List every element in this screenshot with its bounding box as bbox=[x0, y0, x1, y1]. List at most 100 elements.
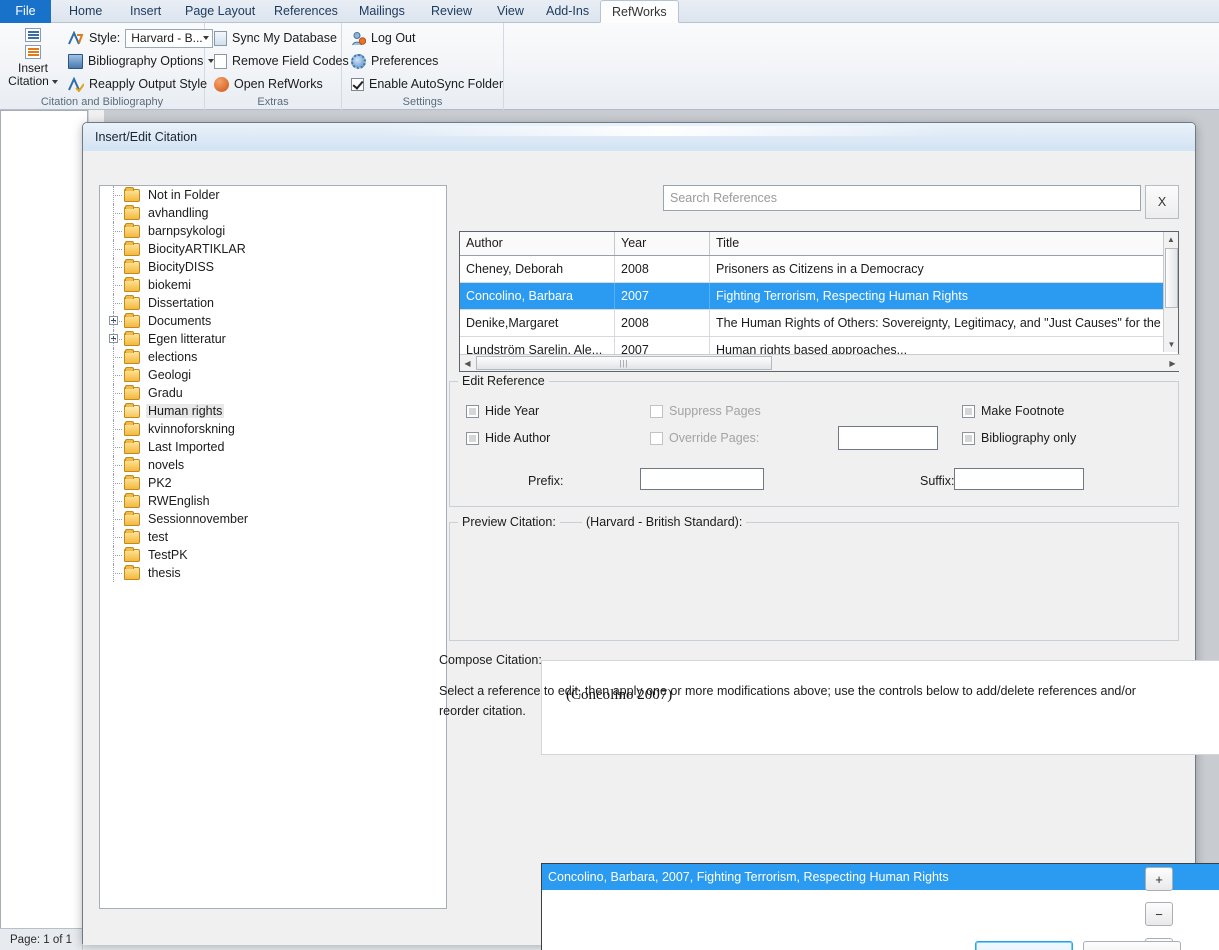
tree-item-human-rights[interactable]: Human rights bbox=[100, 402, 446, 420]
make-footnote-checkbox[interactable]: Make Footnote bbox=[962, 404, 1064, 418]
open-refworks-button[interactable]: Open RefWorks bbox=[210, 73, 327, 95]
style-value: Harvard - B... bbox=[131, 31, 203, 45]
folder-icon bbox=[124, 366, 140, 382]
tree-item-kvinnoforskning[interactable]: kvinnoforskning bbox=[100, 420, 446, 438]
tree-guide bbox=[108, 348, 124, 366]
table-row[interactable]: Denike,Margaret 2008 The Human Rights of O… bbox=[460, 310, 1164, 337]
tree-item-not-in-folder[interactable]: Not in Folder bbox=[100, 186, 446, 204]
insert-citation-label-line2: Citation bbox=[8, 74, 49, 88]
tab-view[interactable]: View bbox=[486, 0, 535, 23]
enable-autosync-folder-checkbox[interactable]: Enable AutoSync Folder bbox=[347, 73, 507, 95]
expand-toggle[interactable] bbox=[108, 330, 124, 348]
tree-item-label: PK2 bbox=[148, 476, 172, 490]
expand-toggle[interactable] bbox=[108, 312, 124, 330]
hide-author-checkbox[interactable]: Hide Author bbox=[466, 431, 550, 445]
hide-year-checkbox[interactable]: Hide Year bbox=[466, 404, 539, 418]
tab-review[interactable]: Review bbox=[420, 0, 483, 23]
tree-item-dissertation[interactable]: Dissertation bbox=[100, 294, 446, 312]
tree-item-test[interactable]: test bbox=[100, 528, 446, 546]
scroll-left-arrow-icon[interactable]: ◀ bbox=[460, 355, 475, 371]
override-pages-input[interactable] bbox=[838, 426, 938, 450]
tree-item-thesis[interactable]: thesis bbox=[100, 564, 446, 582]
table-body: Cheney, Deborah 2008 Prisoners as Citizens… bbox=[460, 256, 1164, 364]
tree-item-elections[interactable]: elections bbox=[100, 348, 446, 366]
tree-guide bbox=[108, 258, 124, 276]
ribbon-group-settings: Log Out Preferences Enable AutoSync Fold… bbox=[342, 23, 504, 110]
tab-add-ins[interactable]: Add-Ins bbox=[535, 0, 600, 23]
search-input[interactable]: Search References bbox=[663, 185, 1141, 211]
table-row[interactable]: Concolino, Barbara 2007 Fighting Terrorism… bbox=[460, 283, 1164, 310]
tab-refworks[interactable]: RefWorks bbox=[600, 0, 679, 23]
add-reference-button[interactable]: + bbox=[1145, 867, 1173, 891]
preferences-button[interactable]: Preferences bbox=[347, 50, 442, 72]
folder-tree[interactable]: Not in Folder avhandling barnpsykologi Bioc… bbox=[99, 185, 447, 909]
tree-item-egen-litteratur[interactable]: Egen litteratur bbox=[100, 330, 446, 348]
tree-item-documents[interactable]: Documents bbox=[100, 312, 446, 330]
vertical-scroll-thumb[interactable] bbox=[1165, 248, 1178, 308]
tree-item-geologi[interactable]: Geologi bbox=[100, 366, 446, 384]
suffix-input[interactable] bbox=[954, 468, 1084, 490]
prefix-input[interactable] bbox=[640, 468, 764, 490]
bibliography-only-checkbox[interactable]: Bibliography only bbox=[962, 431, 1076, 445]
remove-reference-button[interactable]: − bbox=[1145, 902, 1173, 926]
reapply-output-style-button[interactable]: Reapply Output Style bbox=[64, 73, 211, 95]
plus-icon[interactable] bbox=[109, 316, 118, 325]
horizontal-scroll-thumb[interactable]: ||| bbox=[476, 356, 772, 370]
scroll-right-arrow-icon[interactable]: ▶ bbox=[1165, 355, 1180, 371]
tab-mailings[interactable]: Mailings bbox=[348, 0, 416, 23]
folder-open-icon bbox=[124, 402, 140, 418]
tree-item-sessionnovember[interactable]: Sessionnovember bbox=[100, 510, 446, 528]
scroll-down-arrow-icon[interactable]: ▼ bbox=[1164, 337, 1179, 352]
folder-icon bbox=[124, 456, 140, 472]
tree-item-rwenglish[interactable]: RWEnglish bbox=[100, 492, 446, 510]
ribbon-groups: Insert Citation Style: Harvard - B... Bi… bbox=[0, 23, 1219, 110]
bibliography-options-button[interactable]: Bibliography Options bbox=[64, 50, 218, 72]
status-page-indicator[interactable]: Page: 1 of 1 bbox=[0, 928, 84, 950]
column-header-year[interactable]: Year bbox=[615, 232, 710, 255]
compose-citation-label: Compose Citation: bbox=[439, 653, 542, 667]
tab-home[interactable]: Home bbox=[58, 0, 113, 23]
ok-button[interactable]: OK bbox=[975, 941, 1073, 950]
plus-icon[interactable] bbox=[109, 334, 118, 343]
list-item[interactable]: Concolino, Barbara, 2007, Fighting Terro… bbox=[542, 864, 1219, 890]
table-row[interactable]: Cheney, Deborah 2008 Prisoners as Citizens… bbox=[460, 256, 1164, 283]
open-refworks-icon bbox=[214, 76, 229, 92]
tree-item-biocityartiklar[interactable]: BiocityARTIKLAR bbox=[100, 240, 446, 258]
tree-item-pk2[interactable]: PK2 bbox=[100, 474, 446, 492]
tree-item-biokemi[interactable]: biokemi bbox=[100, 276, 446, 294]
column-header-author[interactable]: Author bbox=[460, 232, 615, 255]
tree-item-avhandling[interactable]: avhandling bbox=[100, 204, 446, 222]
table-horizontal-scrollbar[interactable]: ◀ ||| ▶ bbox=[460, 354, 1180, 371]
tab-insert[interactable]: Insert bbox=[119, 0, 172, 23]
tree-item-label: Gradu bbox=[148, 386, 183, 400]
tree-item-last-imported[interactable]: Last Imported bbox=[100, 438, 446, 456]
compose-citation-list[interactable]: Concolino, Barbara, 2007, Fighting Terro… bbox=[541, 863, 1219, 950]
style-control[interactable]: Style: Harvard - B... bbox=[64, 27, 213, 49]
log-out-button[interactable]: Log Out bbox=[347, 27, 419, 49]
clear-search-button[interactable]: X bbox=[1145, 185, 1179, 219]
tree-item-novels[interactable]: novels bbox=[100, 456, 446, 474]
tree-item-label: Not in Folder bbox=[148, 188, 220, 202]
tree-item-biocitydiss[interactable]: BiocityDISS bbox=[100, 258, 446, 276]
cell-year: 2008 bbox=[615, 256, 710, 282]
tab-file[interactable]: File bbox=[0, 0, 51, 23]
tree-item-label: BiocityARTIKLAR bbox=[148, 242, 246, 256]
tree-item-label: elections bbox=[148, 350, 198, 364]
tree-item-gradu[interactable]: Gradu bbox=[100, 384, 446, 402]
tab-page-layout[interactable]: Page Layout bbox=[174, 0, 266, 23]
remove-field-codes-button[interactable]: Remove Field Codes bbox=[210, 50, 353, 72]
tree-item-testpk[interactable]: TestPK bbox=[100, 546, 446, 564]
tree-item-barnpsykologi[interactable]: barnpsykologi bbox=[100, 222, 446, 240]
tab-references[interactable]: References bbox=[263, 0, 349, 23]
style-dropdown[interactable]: Harvard - B... bbox=[125, 28, 213, 48]
reapply-output-style-label: Reapply Output Style bbox=[89, 77, 208, 91]
cancel-button[interactable]: Cancel bbox=[1083, 941, 1181, 950]
table-vertical-scrollbar[interactable]: ▲ ▼ bbox=[1163, 232, 1178, 352]
chevron-down-icon bbox=[51, 79, 58, 84]
checkbox-icon bbox=[962, 431, 975, 445]
group-title-citation-and-bibliography: Citation and Bibliography bbox=[40, 96, 164, 108]
scroll-up-arrow-icon[interactable]: ▲ bbox=[1164, 232, 1178, 247]
sync-my-database-button[interactable]: Sync My Database bbox=[210, 27, 341, 49]
column-header-title[interactable]: Title bbox=[710, 232, 1164, 255]
insert-citation-button[interactable]: Insert Citation bbox=[2, 25, 64, 105]
